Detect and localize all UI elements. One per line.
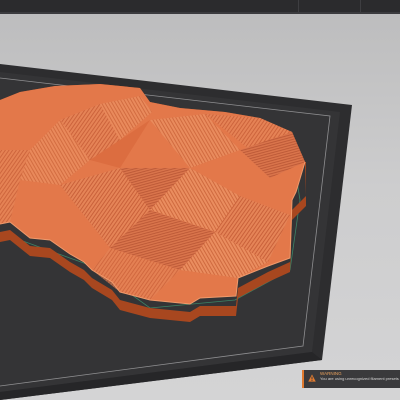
title-bar [0, 0, 400, 14]
warning-notification[interactable]: WARNING You are using unrecognized filam… [302, 370, 400, 388]
warning-message: You are using unrecognized filament pres… [320, 376, 399, 381]
3d-scene[interactable] [0, 14, 400, 400]
warning-icon [308, 374, 316, 382]
3d-viewport[interactable] [0, 14, 400, 400]
